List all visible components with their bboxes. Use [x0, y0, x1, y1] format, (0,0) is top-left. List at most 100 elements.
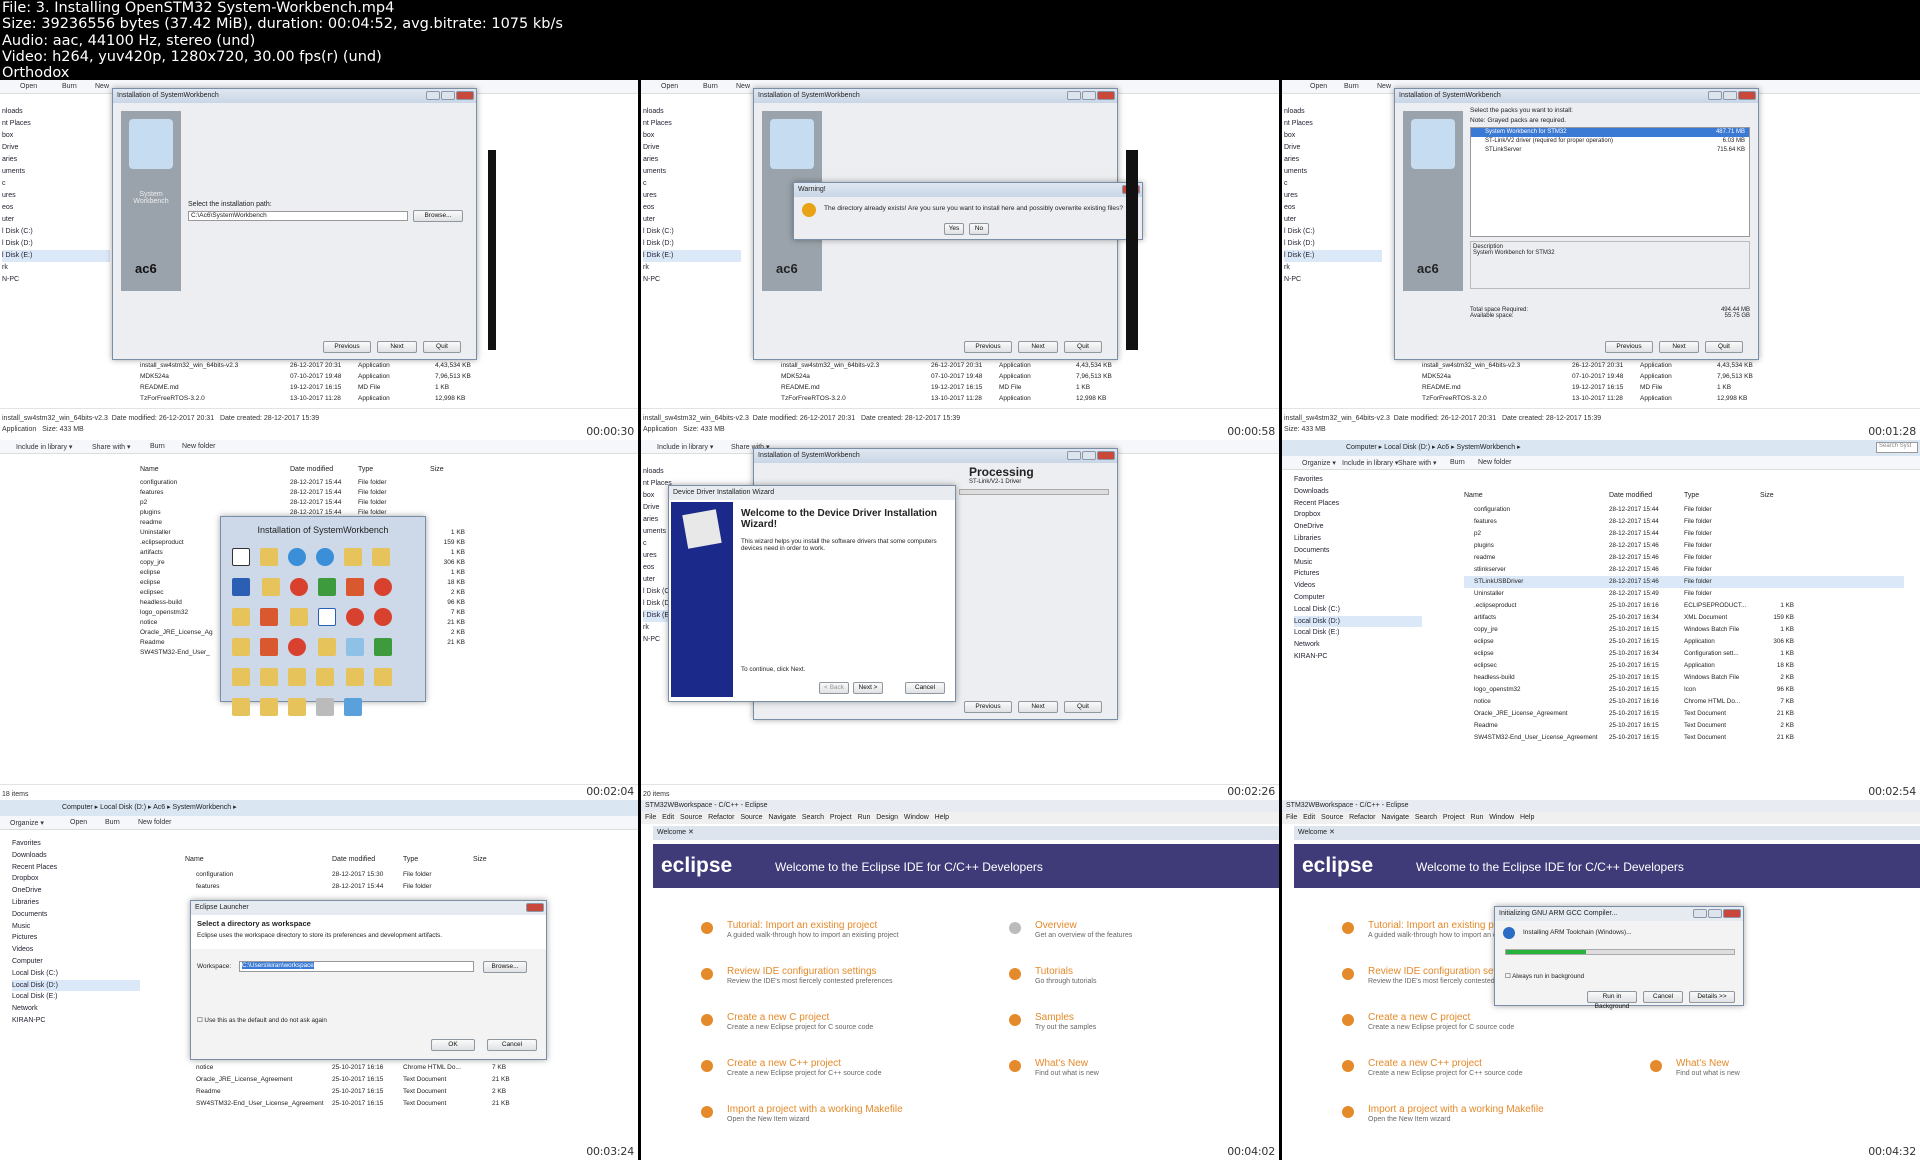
address-bar[interactable]: Computer ▸ Local Disk (D:) ▸ Ac6 ▸ Syste… — [1282, 440, 1920, 456]
new-folder-button[interactable]: New — [95, 83, 109, 90]
file-row[interactable]: SW4STM32-End_User_License_Agreement 25-10… — [1464, 732, 1904, 744]
pack-item[interactable]: ST-Link/V2 driver (required for proper o… — [1471, 137, 1749, 146]
welcome-link[interactable]: Tutorial: Import an existing project A gu… — [727, 920, 899, 939]
welcome-link[interactable]: Overview Get an overview of the features — [1035, 920, 1132, 939]
next-button[interactable]: Next — [1659, 341, 1699, 353]
nav-item[interactable]: Computer — [1294, 592, 1422, 604]
nav-item[interactable]: Documents — [12, 909, 140, 921]
burn-button[interactable]: Burn — [62, 83, 77, 90]
pack-item[interactable]: System Workbench for STM32 487.71 MB — [1471, 128, 1749, 137]
nav-item[interactable]: Music — [1294, 557, 1422, 569]
path-input[interactable]: C:\Ac6\SystemWorkbench — [188, 211, 408, 221]
back-button[interactable]: < Back — [819, 682, 849, 694]
file-row[interactable]: eclipse 25-10-2017 16:15 Application 306 KB — [1464, 636, 1904, 648]
always-background-checkbox[interactable]: ☐ Always run in background — [1505, 973, 1584, 980]
next-button[interactable]: Next > — [853, 682, 883, 694]
nav-item[interactable]: Dropbox — [1294, 509, 1422, 521]
tab-welcome[interactable]: Welcome ✕ — [653, 826, 1279, 840]
nav-item[interactable]: Network — [12, 1003, 140, 1015]
welcome-link[interactable]: Review IDE configuration settings Review … — [727, 966, 893, 985]
file-row[interactable]: eclipse 25-10-2017 16:34 Configuration set… — [1464, 648, 1904, 660]
open-button[interactable]: Open — [20, 83, 37, 90]
welcome-link[interactable]: Create a new C project Create a new Eclip… — [727, 1012, 873, 1031]
quit-button[interactable]: Quit — [1705, 341, 1743, 353]
welcome-link[interactable]: Create a new C++ project Create a new Ecl… — [727, 1058, 881, 1077]
list-item[interactable]: features 28-12-2017 15:44 File folder — [140, 488, 440, 498]
nav-item[interactable]: KIRAN-PC — [12, 1015, 140, 1027]
file-row[interactable]: p2 28-12-2017 15:44 File folder — [1464, 528, 1904, 540]
pack-item[interactable]: STLinkServer 715.64 KB — [1471, 146, 1749, 155]
file-row[interactable]: configuration 28-12-2017 15:44 File folder — [1464, 504, 1904, 516]
quit-button[interactable]: Quit — [1064, 341, 1102, 353]
nav-item[interactable]: Libraries — [1294, 533, 1422, 545]
nav-item[interactable]: Computer — [12, 956, 140, 968]
default-checkbox[interactable]: ☐ Use this as the default and do not ask… — [197, 1017, 327, 1024]
menu-file[interactable]: File — [645, 814, 656, 821]
file-row[interactable]: install_sw4stm32_win_64bits-v2.3 26-12-20… — [0, 361, 638, 371]
next-button[interactable]: Next — [1018, 701, 1058, 713]
nav-item[interactable]: Local Disk (C:) — [1294, 604, 1422, 616]
welcome-link[interactable]: Import a project with a working Makefile… — [727, 1104, 903, 1123]
nav-item[interactable]: Favorites — [12, 838, 140, 850]
file-row[interactable]: Oracle_JRE_License_Agreement 25-10-2017 1… — [1464, 708, 1904, 720]
next-button[interactable]: Next — [1018, 341, 1058, 353]
run-in-background-button[interactable]: Run in Background — [1587, 991, 1637, 1010]
welcome-link[interactable]: Tutorials Go through tutorials — [1035, 966, 1096, 985]
nav-item[interactable]: Videos — [1294, 580, 1422, 592]
nav-item[interactable]: Pictures — [1294, 568, 1422, 580]
file-row[interactable]: Readme 25-10-2017 16:15 Text Document 2 KB — [1464, 720, 1904, 732]
search-input[interactable]: Search Syst — [1876, 442, 1918, 453]
file-row[interactable]: README.md 19-12-2017 16:15 MD File 1 KB — [0, 383, 638, 393]
tab-welcome[interactable]: Welcome ✕ — [1294, 826, 1920, 840]
previous-button[interactable]: Previous — [323, 341, 371, 353]
previous-button[interactable]: Previous — [964, 701, 1012, 713]
nav-item[interactable]: Local Disk (D:) — [1294, 615, 1422, 628]
yes-button[interactable]: Yes — [944, 223, 964, 235]
file-row[interactable]: copy_jre 25-10-2017 16:15 Windows Batch Fi… — [1464, 624, 1904, 636]
file-row[interactable]: features 28-12-2017 15:44 File folder — [1464, 516, 1904, 528]
nav-item[interactable]: Downloads — [1294, 486, 1422, 498]
cancel-button[interactable]: Cancel — [905, 682, 945, 694]
previous-button[interactable]: Previous — [964, 341, 1012, 353]
file-row[interactable]: artifacts 25-10-2017 16:34 XML Document 159… — [1464, 612, 1904, 624]
nav-item[interactable]: Network — [1294, 639, 1422, 651]
next-button[interactable]: Next — [377, 341, 417, 353]
no-button[interactable]: No — [969, 223, 989, 235]
quit-button[interactable]: Quit — [1064, 701, 1102, 713]
nav-item[interactable]: Music — [12, 921, 140, 933]
ok-button[interactable]: OK — [431, 1039, 475, 1051]
nav-item[interactable]: Local Disk (D:) — [12, 979, 140, 992]
nav-item[interactable]: Favorites — [1294, 474, 1422, 486]
nav-item[interactable]: Videos — [12, 944, 140, 956]
file-row[interactable]: readme 28-12-2017 15:46 File folder — [1464, 552, 1904, 564]
file-row[interactable]: logo_openstm32 25-10-2017 16:15 Icon 96 KB — [1464, 684, 1904, 696]
previous-button[interactable]: Previous — [1605, 341, 1653, 353]
file-row[interactable]: headless-build 25-10-2017 16:15 Windows Ba… — [1464, 672, 1904, 684]
file-row[interactable]: plugins 28-12-2017 15:46 File folder — [1464, 540, 1904, 552]
browse-button[interactable]: Browse... — [483, 961, 527, 973]
cancel-button[interactable]: Cancel — [487, 1039, 537, 1051]
welcome-link[interactable]: Samples Try out the samples — [1035, 1012, 1096, 1031]
file-row[interactable]: TzForFreeRTOS-3.2.0 13-10-2017 11:28 Appli… — [0, 394, 638, 404]
address-bar[interactable]: Computer ▸ Local Disk (D:) ▸ Ac6 ▸ Syste… — [0, 800, 638, 816]
nav-item[interactable]: KIRAN-PC — [1294, 651, 1422, 663]
nav-item[interactable]: Pictures — [12, 932, 140, 944]
nav-item[interactable]: Local Disk (E:) — [1294, 627, 1422, 639]
nav-item[interactable]: Local Disk (C:) — [12, 968, 140, 980]
nav-item[interactable]: OneDrive — [1294, 521, 1422, 533]
list-item[interactable]: p2 28-12-2017 15:44 File folder — [140, 498, 440, 508]
cancel-button[interactable]: Cancel — [1643, 991, 1683, 1003]
file-row[interactable]: Uninstaller 28-12-2017 15:49 File folder — [1464, 588, 1904, 600]
browse-button[interactable]: Browse... — [413, 210, 463, 222]
file-row[interactable]: stlinkserver 28-12-2017 15:46 File folder — [1464, 564, 1904, 576]
file-row[interactable]: STLinkUSBDriver 28-12-2017 15:46 File fold… — [1464, 576, 1904, 588]
welcome-link[interactable]: What's New Find out what is new — [1035, 1058, 1099, 1077]
nav-item[interactable]: Recent Places — [1294, 498, 1422, 510]
nav-item[interactable]: Libraries — [12, 897, 140, 909]
file-row[interactable]: eclipsec 25-10-2017 16:15 Application 18 KB — [1464, 660, 1904, 672]
workspace-input[interactable]: C:\Users\kiran\workspace — [239, 961, 474, 972]
nav-item[interactable]: Documents — [1294, 545, 1422, 557]
nav-item[interactable]: Downloads — [12, 850, 140, 862]
list-item[interactable]: configuration 28-12-2017 15:44 File folder — [140, 478, 440, 488]
nav-item[interactable]: Local Disk (E:) — [12, 991, 140, 1003]
